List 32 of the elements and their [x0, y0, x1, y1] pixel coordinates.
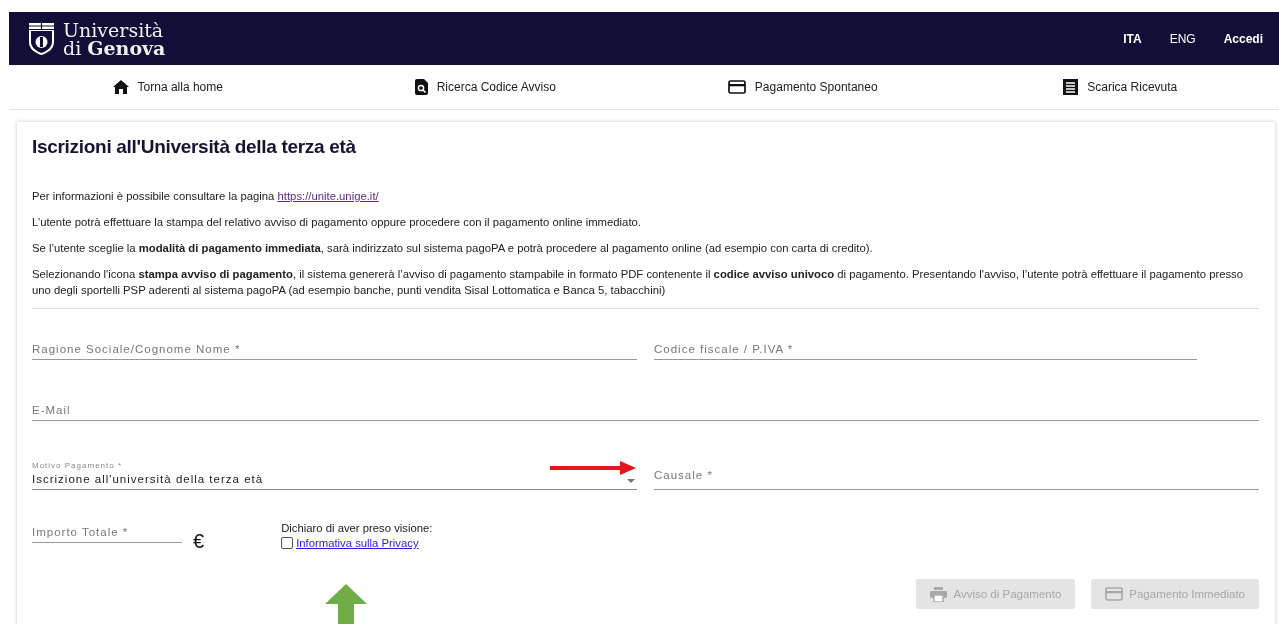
text-field[interactable]: E-Mail — [32, 400, 1259, 421]
nav-link[interactable]: Ricerca Codice Avviso — [326, 79, 644, 95]
privacy-prompt: Dichiaro di aver preso visione: — [281, 522, 433, 534]
currency-symbol: € — [193, 530, 205, 553]
login-link[interactable]: Accedi — [1223, 31, 1263, 46]
receipt-icon — [1063, 79, 1079, 95]
nav-link[interactable]: Pagamento Spontaneo — [644, 80, 962, 94]
info-paragraph: L’utente potrà effettuare la stampa del relativo avviso di pagamento oppure procedere con il pagamento online immediato. — [32, 215, 642, 230]
arrow-drawing — [325, 584, 367, 624]
info-paragraph: Selezionando l'icona stampa avviso di pagamento, il sistema genererà l’avviso di pagamento stampabile in formato PDF contenente il codice avviso univoco di pagamento. Presentando l'avviso, l’utente potrà effettuare il pagamento presso uno degli sportelli PSP aderenti al sistema pagoPA (ad esempio banche, punti vendita Sisal Lottomatica e Banca 5, tabacchini) — [32, 267, 1245, 298]
privacy-link[interactable]: Informativa sulla Privacy — [296, 537, 419, 549]
info-link[interactable]: https://unite.unige.it/ — [277, 190, 379, 202]
language-link[interactable]: ENG — [1169, 31, 1196, 46]
credit-card-icon — [1105, 587, 1124, 601]
university-name: Università di Genova — [63, 20, 166, 57]
printer-icon — [930, 586, 948, 602]
nav-link[interactable]: Torna alla home — [9, 80, 327, 94]
credit-card-icon — [727, 80, 746, 94]
search-document-icon — [414, 79, 428, 95]
amount-field[interactable]: Importo Totale * — [32, 522, 182, 543]
text-field[interactable]: Causale * — [654, 461, 1259, 490]
privacy-checkbox[interactable] — [281, 537, 294, 549]
shield-logo-icon — [28, 21, 55, 56]
info-paragraph: Se l’utente sceglie la modalità di pagamento immediata, sarà indirizzato sul sistema pagoPA e potrà procedere al pagamento online (ad esempio con carta di credito). — [32, 241, 874, 256]
caret-icon — [627, 479, 635, 483]
language-link[interactable]: ITA — [1123, 31, 1142, 46]
page-title: Iscrizioni all'Università della terza età — [32, 136, 357, 158]
info-paragraph: Per informazioni è possibile consultare la pagina https://unite.unige.it/ — [32, 189, 380, 204]
text-field[interactable]: Ragione Sociale/Cognome Nome * — [32, 339, 637, 360]
text-field[interactable]: Codice fiscale / P.IVA * — [654, 339, 1197, 360]
home-icon — [112, 80, 129, 94]
nav-link[interactable]: Scarica Ricevuta — [961, 79, 1279, 95]
